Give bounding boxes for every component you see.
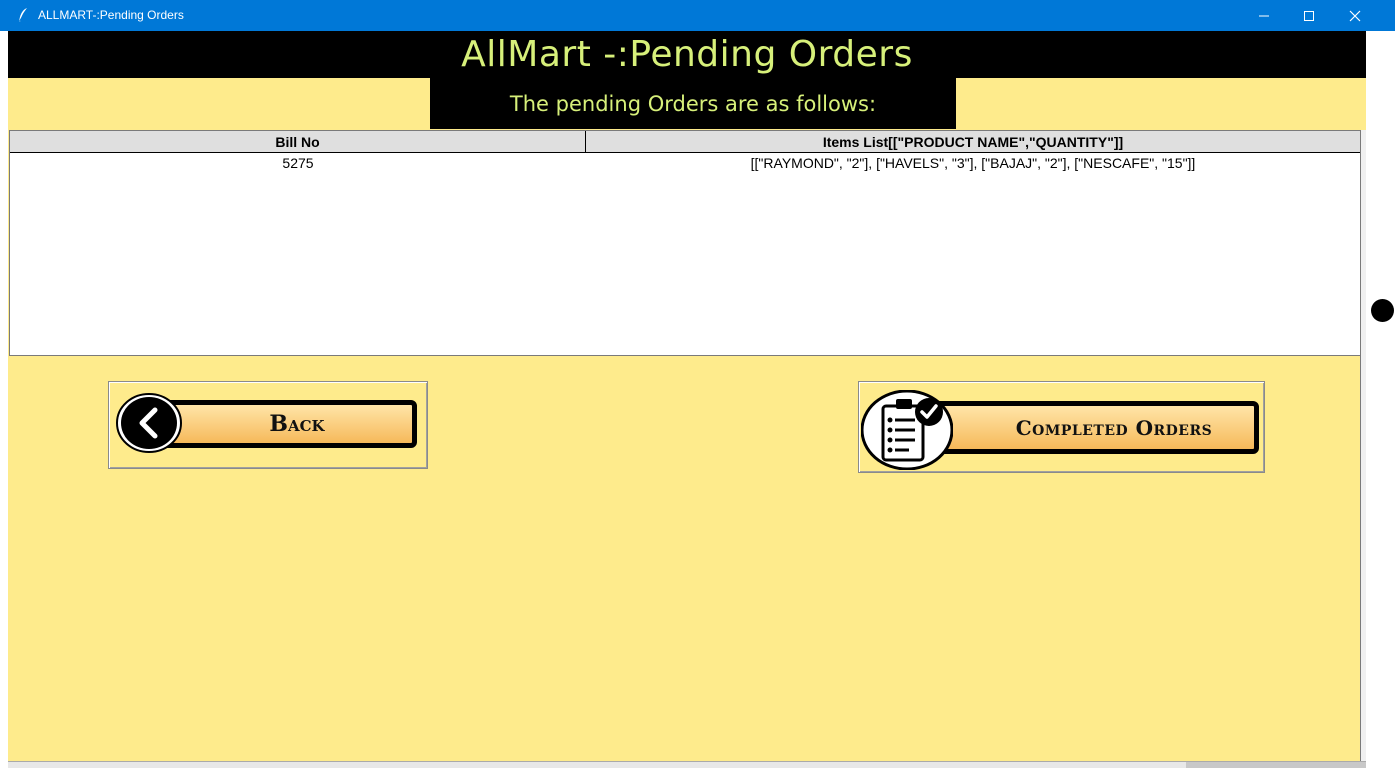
cell-items-list: [["RAYMOND", "2"], ["HAVELS", "3"], ["BA… bbox=[750, 155, 1196, 171]
minimize-button[interactable] bbox=[1241, 0, 1287, 31]
back-button[interactable]: Back bbox=[108, 381, 428, 469]
page-title: AllMart -:Pending Orders bbox=[461, 34, 913, 75]
completed-orders-button[interactable]: Completed Orders bbox=[858, 381, 1265, 473]
completed-orders-label: Completed Orders bbox=[1015, 415, 1213, 440]
table-header: Bill No Items List[["PRODUCT NAME","QUAN… bbox=[10, 131, 1360, 153]
horizontal-scrollbar-thumb[interactable] bbox=[1186, 762, 1366, 768]
completed-orders-pill: Completed Orders bbox=[929, 401, 1259, 454]
column-header-bill-no[interactable]: Bill No bbox=[10, 131, 586, 152]
clipboard-check-icon bbox=[861, 390, 953, 470]
maximize-icon bbox=[1304, 10, 1314, 21]
table-row[interactable]: 5275 [["RAYMOND", "2"], ["HAVELS", "3"],… bbox=[10, 153, 1360, 173]
page-subtitle: The pending Orders are as follows: bbox=[509, 91, 877, 116]
back-arrow-icon bbox=[116, 393, 182, 453]
cell-bill-no: 5275 bbox=[282, 155, 314, 171]
feather-icon bbox=[18, 8, 27, 23]
close-icon bbox=[1349, 10, 1361, 21]
close-button[interactable] bbox=[1332, 0, 1378, 31]
minimize-icon bbox=[1259, 15, 1269, 16]
vertical-scrollbar[interactable] bbox=[1360, 130, 1366, 768]
cursor-dot bbox=[1371, 299, 1394, 322]
column-header-items-list[interactable]: Items List[["PRODUCT NAME","QUANTITY"]] bbox=[586, 131, 1360, 152]
window-title: ALLMART-:Pending Orders bbox=[38, 8, 184, 22]
subtitle-bar: The pending Orders are as follows: bbox=[430, 78, 956, 129]
app-window: AllMart -:Pending Orders The pending Ord… bbox=[8, 31, 1366, 768]
orders-table[interactable]: Bill No Items List[["PRODUCT NAME","QUAN… bbox=[9, 130, 1361, 356]
back-button-pill: Back bbox=[147, 400, 417, 448]
header-bar: AllMart -:Pending Orders bbox=[8, 31, 1366, 78]
back-button-label: Back bbox=[269, 411, 325, 437]
window-titlebar: ALLMART-:Pending Orders bbox=[0, 0, 1395, 31]
horizontal-scrollbar[interactable] bbox=[8, 761, 1366, 768]
maximize-button[interactable] bbox=[1286, 0, 1332, 31]
